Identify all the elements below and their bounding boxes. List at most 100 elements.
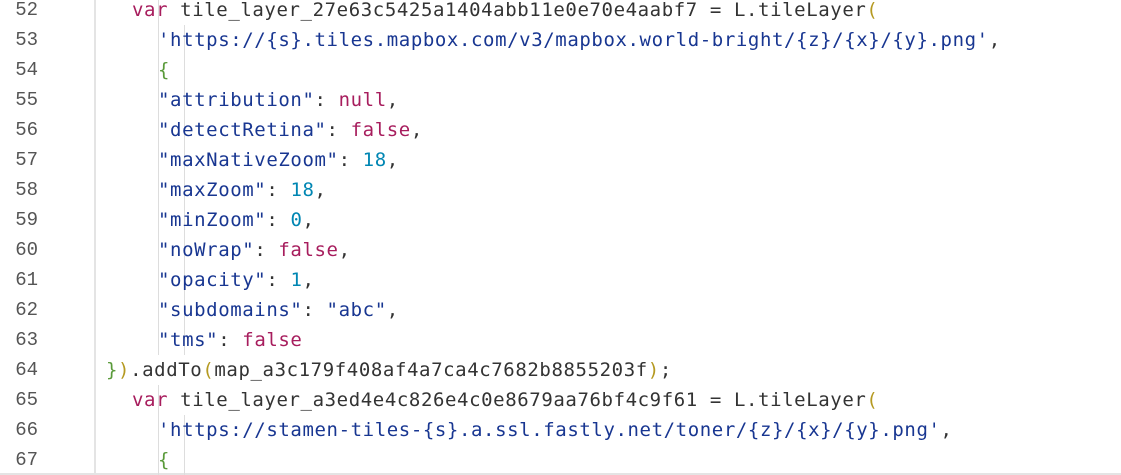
code-text: "detectRetina": false, xyxy=(158,115,423,145)
token-str: "noWrap" xyxy=(158,239,255,261)
token-plain: tile_layer_27e63c5425a1404abb11e0e70e4aa… xyxy=(168,0,710,21)
token-brace: { xyxy=(158,59,171,81)
code-line[interactable]: 63 "tms": false xyxy=(0,325,1121,355)
token-kw: var xyxy=(132,389,169,411)
indent-guide xyxy=(184,55,185,85)
token-num: 18 xyxy=(290,179,315,201)
token-str: "subdomains" xyxy=(158,299,303,321)
token-paren: ( xyxy=(202,359,215,381)
code-line[interactable]: 61 "opacity": 1, xyxy=(0,265,1121,295)
token-str: "tms" xyxy=(158,329,219,351)
token-paren: ( xyxy=(866,0,879,21)
token-plain: : xyxy=(302,299,327,321)
code-text: { xyxy=(158,55,170,85)
code-line[interactable]: 59 "minZoom": 0, xyxy=(0,205,1121,235)
token-plain: , xyxy=(386,149,399,171)
indent-guide xyxy=(184,445,185,475)
token-plain: , xyxy=(386,299,399,321)
line-number: 58 xyxy=(15,179,38,201)
code-text: { xyxy=(158,445,170,475)
token-kw: false xyxy=(278,239,339,261)
token-plain: , xyxy=(410,119,423,141)
line-number: 59 xyxy=(15,209,38,231)
code-line[interactable]: 54 { xyxy=(0,55,1121,85)
code-line[interactable]: 67 { xyxy=(0,445,1121,475)
token-plain: , xyxy=(314,179,327,201)
line-number: 60 xyxy=(15,239,38,261)
token-brace: } xyxy=(106,359,119,381)
code-text: var tile_layer_27e63c5425a1404abb11e0e70… xyxy=(132,0,878,25)
token-paren: ( xyxy=(866,389,879,411)
code-line[interactable]: 66 'https://stamen-tiles-{s}.a.ssl.fastly… xyxy=(0,415,1121,445)
code-text: "minZoom": 0, xyxy=(158,205,315,235)
token-str: "minZoom" xyxy=(158,209,267,231)
token-kw: false xyxy=(350,119,411,141)
line-number: 56 xyxy=(15,119,38,141)
token-plain: : xyxy=(326,119,351,141)
line-number: 64 xyxy=(15,359,38,381)
code-editor[interactable]: 52 var tile_layer_27e63c5425a1404abb11e0e… xyxy=(0,0,1121,475)
token-num: 18 xyxy=(362,149,387,171)
code-line[interactable]: 52 var tile_layer_27e63c5425a1404abb11e0e… xyxy=(0,0,1121,25)
code-text: "subdomains": "abc", xyxy=(158,295,399,325)
line-number: 54 xyxy=(15,59,38,81)
line-number: 55 xyxy=(15,89,38,111)
token-plain: L.tileLayer xyxy=(721,0,867,21)
line-number: 66 xyxy=(15,419,38,441)
code-line[interactable]: 60 "noWrap": false, xyxy=(0,235,1121,265)
token-plain: , xyxy=(338,239,351,261)
code-text: var tile_layer_a3ed4e4c826e4c0e8679aa76b… xyxy=(132,385,878,415)
line-number: 65 xyxy=(15,389,38,411)
token-plain: tile_layer_a3ed4e4c826e4c0e8679aa76bf4c9… xyxy=(168,389,710,411)
token-plain: , xyxy=(386,89,399,111)
token-str: 'https://{s}.tiles.mapbox.com/v3/mapbox.… xyxy=(158,29,989,51)
code-text: "tms": false xyxy=(158,325,302,355)
token-plain: map_a3c179f408af4a7ca4c7682b8855203f xyxy=(214,359,648,381)
code-line[interactable]: 58 "maxZoom": 18, xyxy=(0,175,1121,205)
token-str: "abc" xyxy=(326,299,387,321)
line-number: 52 xyxy=(15,0,38,21)
line-number: 67 xyxy=(15,449,38,471)
token-str: "opacity" xyxy=(158,269,267,291)
token-plain: , xyxy=(988,29,1001,51)
token-plain: : xyxy=(218,329,243,351)
token-kw: false xyxy=(242,329,303,351)
code-line[interactable]: 64}).addTo(map_a3c179f408af4a7ca4c7682b8… xyxy=(0,355,1121,385)
token-paren: ) xyxy=(118,359,131,381)
token-kw: var xyxy=(132,0,169,21)
token-plain: L.tileLayer xyxy=(721,389,867,411)
token-kw: null xyxy=(338,89,387,111)
token-num: 1 xyxy=(290,269,303,291)
token-str: "attribution" xyxy=(158,89,315,111)
token-paren: ) xyxy=(647,359,660,381)
code-line[interactable]: 65 var tile_layer_a3ed4e4c826e4c0e8679aa7… xyxy=(0,385,1121,415)
line-number: 57 xyxy=(15,149,38,171)
code-text: "noWrap": false, xyxy=(158,235,351,265)
token-plain: , xyxy=(302,209,315,231)
line-number: 61 xyxy=(15,269,38,291)
token-plain: : xyxy=(254,239,279,261)
code-text: 'https://{s}.tiles.mapbox.com/v3/mapbox.… xyxy=(158,25,1001,55)
token-str: "detectRetina" xyxy=(158,119,327,141)
code-line[interactable]: 62 "subdomains": "abc", xyxy=(0,295,1121,325)
token-plain: : xyxy=(266,179,291,201)
token-plain: : xyxy=(266,269,291,291)
token-op: = xyxy=(709,0,722,21)
token-plain: : xyxy=(314,89,339,111)
token-str: 'https://stamen-tiles-{s}.a.ssl.fastly.n… xyxy=(158,419,941,441)
token-plain: , xyxy=(302,269,315,291)
code-line[interactable]: 56 "detectRetina": false, xyxy=(0,115,1121,145)
code-text: "maxNativeZoom": 18, xyxy=(158,145,399,175)
code-text: 'https://stamen-tiles-{s}.a.ssl.fastly.n… xyxy=(158,415,953,445)
code-text: "opacity": 1, xyxy=(158,265,315,295)
code-line[interactable]: 57 "maxNativeZoom": 18, xyxy=(0,145,1121,175)
token-plain: .addTo xyxy=(130,359,203,381)
code-line[interactable]: 55 "attribution": null, xyxy=(0,85,1121,115)
token-plain: , xyxy=(940,419,953,441)
code-line[interactable]: 53 'https://{s}.tiles.mapbox.com/v3/mapbo… xyxy=(0,25,1121,55)
line-number: 62 xyxy=(15,299,38,321)
line-number: 63 xyxy=(15,329,38,351)
token-num: 0 xyxy=(290,209,303,231)
token-plain: ; xyxy=(659,359,672,381)
line-number: 53 xyxy=(15,29,38,51)
